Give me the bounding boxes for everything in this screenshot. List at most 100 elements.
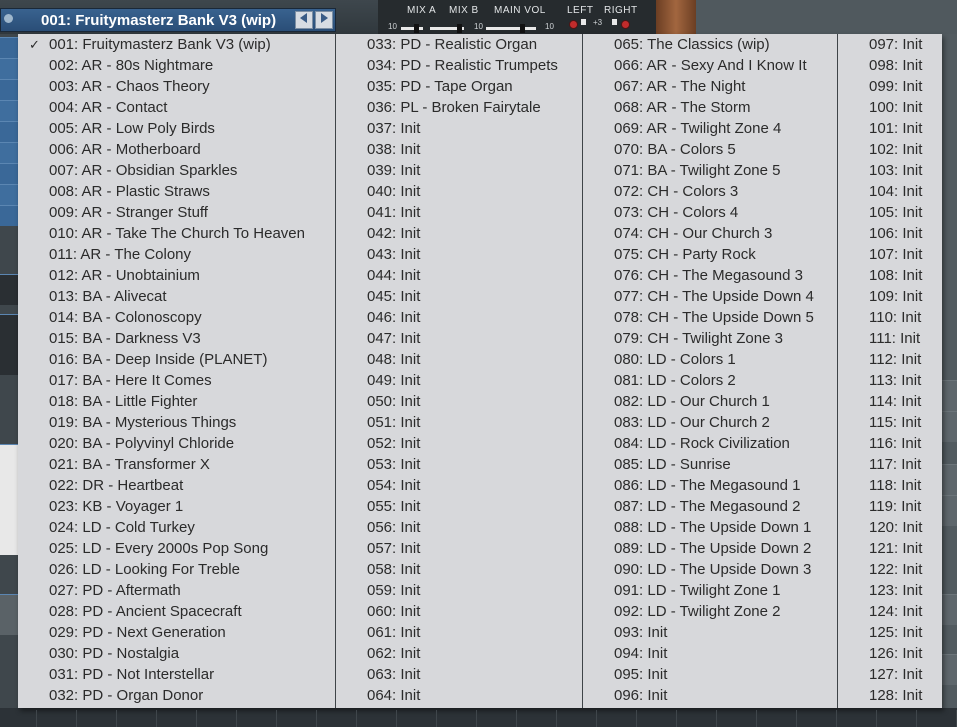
preset-menu-item[interactable]: 060: Init [336, 601, 582, 622]
preset-menu-item[interactable]: 063: Init [336, 664, 582, 685]
preset-menu-item[interactable]: 093: Init [583, 622, 837, 643]
preset-menu-item[interactable]: 080: LD - Colors 1 [583, 349, 837, 370]
preset-menu-item[interactable]: 114: Init [838, 391, 942, 412]
preset-menu-item[interactable]: 003: AR - Chaos Theory [18, 76, 335, 97]
preset-menu-item[interactable]: 099: Init [838, 76, 942, 97]
preset-selector[interactable]: 001: Fruitymasterz Bank V3 (wip) [0, 8, 336, 32]
preset-menu-item[interactable]: 057: Init [336, 538, 582, 559]
mix-a-fader[interactable] [401, 27, 423, 30]
preset-menu-item[interactable]: 108: Init [838, 265, 942, 286]
preset-menu-item[interactable]: 018: BA - Little Fighter [18, 391, 335, 412]
preset-menu-item[interactable]: 033: PD - Realistic Organ [336, 34, 582, 55]
preset-menu-item[interactable]: 008: AR - Plastic Straws [18, 181, 335, 202]
preset-menu-item[interactable]: 010: AR - Take The Church To Heaven [18, 223, 335, 244]
left-strip-tab[interactable] [0, 121, 18, 142]
preset-menu-item[interactable]: 094: Init [583, 643, 837, 664]
left-strip-tab[interactable] [0, 184, 18, 205]
preset-menu-item[interactable]: 084: LD - Rock Civilization [583, 433, 837, 454]
left-strip-tab[interactable] [0, 100, 18, 121]
next-preset-button[interactable] [315, 11, 333, 29]
preset-menu-item[interactable]: 098: Init [838, 55, 942, 76]
preset-menu-item[interactable]: 037: Init [336, 118, 582, 139]
preset-menu-item[interactable]: 056: Init [336, 517, 582, 538]
preset-menu-item[interactable]: 126: Init [838, 643, 942, 664]
preset-menu-item[interactable]: 016: BA - Deep Inside (PLANET) [18, 349, 335, 370]
preset-menu-item[interactable]: 078: CH - The Upside Down 5 [583, 307, 837, 328]
main-vol-fader-handle[interactable] [520, 24, 525, 33]
preset-menu-item[interactable]: 019: BA - Mysterious Things [18, 412, 335, 433]
preset-menu-item[interactable]: 059: Init [336, 580, 582, 601]
preset-menu-item[interactable]: 106: Init [838, 223, 942, 244]
preset-menu-item[interactable]: 062: Init [336, 643, 582, 664]
preset-menu-item[interactable]: 069: AR - Twilight Zone 4 [583, 118, 837, 139]
preset-menu-item[interactable]: 100: Init [838, 97, 942, 118]
preset-menu-item[interactable]: 089: LD - The Upside Down 2 [583, 538, 837, 559]
preset-menu-item[interactable]: 070: BA - Colors 5 [583, 139, 837, 160]
preset-menu-item[interactable]: 015: BA - Darkness V3 [18, 328, 335, 349]
prev-preset-button[interactable] [295, 11, 313, 29]
preset-menu-item[interactable]: 120: Init [838, 517, 942, 538]
mix-b-fader-handle[interactable] [457, 24, 462, 33]
preset-menu-item[interactable]: 103: Init [838, 160, 942, 181]
preset-menu-item[interactable]: 123: Init [838, 580, 942, 601]
preset-menu-item[interactable]: 036: PL - Broken Fairytale [336, 97, 582, 118]
preset-menu-item[interactable]: 055: Init [336, 496, 582, 517]
preset-menu-item[interactable]: 032: PD - Organ Donor [18, 685, 335, 706]
preset-menu-item[interactable]: 075: CH - Party Rock [583, 244, 837, 265]
preset-menu-item[interactable]: 026: LD - Looking For Treble [18, 559, 335, 580]
preset-menu-item[interactable]: 042: Init [336, 223, 582, 244]
preset-menu-item[interactable]: 004: AR - Contact [18, 97, 335, 118]
preset-menu-item[interactable]: 081: LD - Colors 2 [583, 370, 837, 391]
mix-a-fader-handle[interactable] [414, 24, 419, 33]
preset-menu-item[interactable]: 113: Init [838, 370, 942, 391]
left-strip-tab[interactable] [0, 163, 18, 184]
preset-menu-item[interactable]: 005: AR - Low Poly Birds [18, 118, 335, 139]
preset-menu-item[interactable]: 035: PD - Tape Organ [336, 76, 582, 97]
preset-menu-item[interactable]: 104: Init [838, 181, 942, 202]
preset-menu-item[interactable]: 044: Init [336, 265, 582, 286]
current-preset-name[interactable]: 001: Fruitymasterz Bank V3 (wip) [41, 12, 276, 29]
preset-menu-item[interactable]: 073: CH - Colors 4 [583, 202, 837, 223]
preset-menu-item[interactable]: 074: CH - Our Church 3 [583, 223, 837, 244]
preset-menu-item[interactable]: 071: BA - Twilight Zone 5 [583, 160, 837, 181]
preset-menu-item[interactable]: 092: LD - Twilight Zone 2 [583, 601, 837, 622]
preset-menu-item[interactable]: 039: Init [336, 160, 582, 181]
left-strip-tab[interactable] [0, 58, 18, 79]
preset-menu-item[interactable]: 061: Init [336, 622, 582, 643]
preset-menu-item[interactable]: 067: AR - The Night [583, 76, 837, 97]
preset-menu-item[interactable]: 112: Init [838, 349, 942, 370]
preset-menu-item[interactable]: 027: PD - Aftermath [18, 580, 335, 601]
preset-menu-item[interactable]: 107: Init [838, 244, 942, 265]
preset-menu-item[interactable]: 125: Init [838, 622, 942, 643]
preset-menu-item[interactable]: 045: Init [336, 286, 582, 307]
preset-menu-item[interactable]: 013: BA - Alivecat [18, 286, 335, 307]
preset-menu-item[interactable]: 023: KB - Voyager 1 [18, 496, 335, 517]
preset-menu-item[interactable]: 014: BA - Colonoscopy [18, 307, 335, 328]
preset-menu-item[interactable]: 096: Init [583, 685, 837, 706]
left-strip-tab[interactable] [0, 142, 18, 163]
preset-menu-item[interactable]: 022: DR - Heartbeat [18, 475, 335, 496]
preset-menu-item[interactable]: 006: AR - Motherboard [18, 139, 335, 160]
preset-menu-item[interactable]: 119: Init [838, 496, 942, 517]
preset-menu-item[interactable]: 097: Init [838, 34, 942, 55]
preset-menu-item[interactable]: 038: Init [336, 139, 582, 160]
preset-menu-item[interactable]: 111: Init [838, 328, 942, 349]
left-strip-tab[interactable] [0, 205, 18, 226]
preset-menu-item[interactable]: 064: Init [336, 685, 582, 706]
preset-menu-item[interactable]: 102: Init [838, 139, 942, 160]
preset-menu-item[interactable]: 058: Init [336, 559, 582, 580]
preset-menu-item[interactable]: 091: LD - Twilight Zone 1 [583, 580, 837, 601]
preset-menu-item[interactable]: 066: AR - Sexy And I Know It [583, 55, 837, 76]
preset-menu-item[interactable]: 065: The Classics (wip) [583, 34, 837, 55]
left-strip-tab[interactable] [0, 37, 18, 58]
preset-menu-item[interactable]: 034: PD - Realistic Trumpets [336, 55, 582, 76]
preset-menu-item[interactable]: 047: Init [336, 328, 582, 349]
preset-menu-item[interactable]: 048: Init [336, 349, 582, 370]
preset-menu-item[interactable]: 095: Init [583, 664, 837, 685]
preset-menu-item[interactable]: 029: PD - Next Generation [18, 622, 335, 643]
preset-menu-item[interactable]: 030: PD - Nostalgia [18, 643, 335, 664]
main-vol-fader[interactable] [486, 27, 536, 30]
preset-menu-item[interactable]: 051: Init [336, 412, 582, 433]
preset-menu-item[interactable]: 117: Init [838, 454, 942, 475]
preset-menu-item[interactable]: 105: Init [838, 202, 942, 223]
